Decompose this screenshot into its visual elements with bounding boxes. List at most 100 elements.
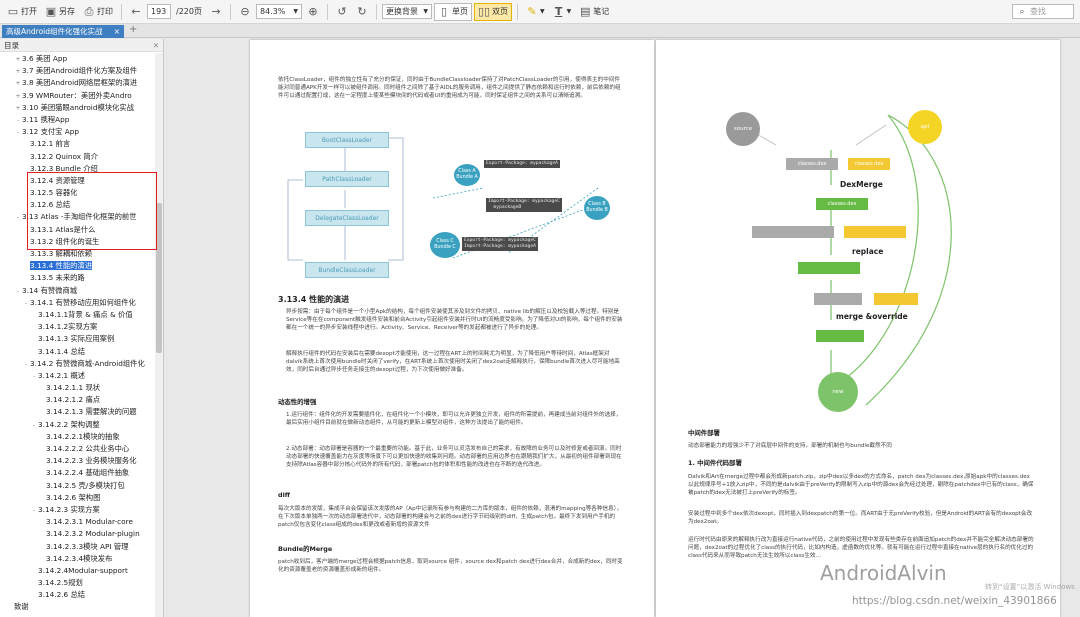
toc-item[interactable]: +3.8 美团Android网络层框架的演进 (0, 77, 154, 89)
expand-toggle-icon[interactable]: - (30, 420, 38, 431)
rotate-left-button[interactable]: ↺ (333, 3, 351, 21)
toc-item-label: 3.14.2.1 概述 (38, 370, 86, 380)
toc-title: 目录 (4, 40, 19, 50)
highlighter-icon: ✎ (527, 4, 537, 18)
toc-sidebar: 目录 ✕ +3.6 美团 App +3.7 美团Android组件化方案及组件 +3… (0, 39, 164, 617)
toc-item[interactable]: 3.14.2.4Modular-support (0, 565, 154, 577)
search-input[interactable]: ⌕ 查找 (1012, 4, 1074, 19)
zoom-select[interactable]: 84.3% ▼ (255, 4, 302, 19)
notes-button[interactable]: ▤ 笔记 (576, 3, 612, 21)
toc-item[interactable]: 3.14.2.2.1模块的抽象 (0, 431, 154, 443)
toc-item[interactable]: 3.13.4 性能的演进 (0, 260, 154, 272)
toc-item[interactable]: +3.10 美团猫眼android模块化实战 (0, 102, 154, 114)
expand-toggle-icon[interactable]: + (14, 91, 22, 102)
close-icon[interactable]: ✕ (153, 41, 159, 50)
toc-item[interactable]: -3.14.2.2 架构调整 (0, 419, 154, 431)
toc-scrollbar[interactable] (155, 53, 163, 617)
highlight-annotation-box (27, 172, 157, 250)
expand-toggle-icon[interactable]: - (14, 127, 22, 138)
text-color-button[interactable]: T ▼ (550, 3, 575, 21)
chevron-down-icon: ▼ (293, 8, 298, 15)
expand-toggle-icon[interactable]: - (22, 298, 30, 309)
toc-item[interactable]: -3.14.2.3 实现方案 (0, 504, 154, 516)
toc-item[interactable]: 3.14.2.6 架构图 (0, 492, 154, 504)
toc-item[interactable]: 致谢 (0, 601, 154, 613)
save-as-button[interactable]: ▣ 另存 (42, 3, 78, 21)
toc-item[interactable]: 3.14.2.1.1 现状 (0, 382, 154, 394)
toc-item[interactable]: +3.7 美团Android组件化方案及组件 (0, 65, 154, 77)
toc-item[interactable]: +3.9 WMRouter：美团外卖Andro (0, 90, 154, 102)
toc-item[interactable]: 3.14.2.6 总结 (0, 589, 154, 601)
apt-node: apt (908, 110, 942, 144)
toc-item[interactable]: 3.14.2.1.2 痛点 (0, 394, 154, 406)
toc-item[interactable]: 3.14.2.2.4 基础组件抽象 (0, 467, 154, 479)
page-number-input[interactable]: 193 (147, 4, 171, 19)
toc-item-label: 3.14.2.2.2 公共业务中心 (46, 444, 130, 453)
expand-toggle-icon[interactable]: + (14, 54, 22, 65)
toc-item[interactable]: 3.14.2.2.3 业务模块服务化 (0, 455, 154, 467)
chevron-down-icon: ▼ (539, 8, 545, 15)
toc-item[interactable]: -3.12 支付宝 App (0, 126, 154, 138)
toc-item[interactable]: -3.14 有赞微商城 (0, 285, 154, 297)
arrow-left-icon: ← (131, 4, 141, 18)
expand-toggle-icon[interactable]: - (14, 115, 22, 126)
toc-item-label: 3.14.2.4Modular-support (38, 565, 128, 575)
toc-item-label: 3.14.1.4 总结 (38, 346, 86, 356)
double-page-button[interactable]: ▯▯ 双页 (473, 2, 512, 21)
toc-item[interactable]: 3.13.5 未来的路 (0, 272, 154, 284)
toc-item[interactable]: 3.12.2 Quinox 简介 (0, 151, 154, 163)
rotate-right-button[interactable]: ↻ (353, 3, 371, 21)
expand-toggle-icon[interactable]: - (14, 212, 22, 223)
toc-item[interactable]: 3.14.1.3 实际应用案例 (0, 333, 154, 345)
expand-toggle-icon[interactable]: - (14, 286, 22, 297)
toc-item[interactable]: 3.14.1.1背景 & 痛点 & 价值 (0, 309, 154, 321)
background-select[interactable]: 更换背景 ▼ (381, 4, 432, 19)
double-page-icon: ▯▯ (477, 4, 491, 18)
toc-item[interactable]: -3.14.2 有赞微商城-Android组件化 (0, 358, 154, 370)
expand-toggle-icon[interactable]: + (14, 66, 22, 77)
add-tab-button[interactable]: + (129, 24, 137, 35)
toc-item-label: 致谢 (14, 602, 29, 612)
dexmerge-label: DexMerge (840, 180, 883, 189)
expand-toggle-icon[interactable]: - (22, 359, 30, 370)
next-page-button[interactable]: → (207, 3, 225, 21)
toc-item-label: 3.14.2.3 实现方案 (38, 504, 100, 514)
prev-page-button[interactable]: ← (127, 3, 145, 21)
toc-item[interactable]: -3.14.2.1 概述 (0, 370, 154, 382)
toc-item-label: 3.14.2.3.1 Modular-core (46, 517, 133, 527)
toc-item[interactable]: 3.14.2.5 壳/多模块打包 (0, 480, 154, 492)
toc-item[interactable]: 3.14.2.5规划 (0, 577, 154, 589)
toc-item[interactable]: 3.14.2.3.1 Modular-core (0, 516, 154, 528)
expand-toggle-icon[interactable]: + (14, 103, 22, 114)
zoom-in-button[interactable]: ⊕ (304, 3, 322, 21)
pathclassloader-box: PathClassLoader (305, 171, 389, 187)
expand-toggle-icon[interactable]: - (30, 505, 38, 516)
toc-item[interactable]: -3.11 携程App (0, 114, 154, 126)
toc-item[interactable]: +3.6 美团 App (0, 53, 154, 65)
expand-toggle-icon[interactable]: - (30, 371, 38, 382)
toc-item[interactable]: 3.14.2.3.2 Modular-plugin (0, 528, 154, 540)
highlight-button[interactable]: ✎ ▼ (523, 3, 548, 21)
gray-bar (814, 293, 862, 305)
toc-list: +3.6 美团 App +3.7 美团Android组件化方案及组件 +3.8 美团… (0, 53, 154, 617)
open-button[interactable]: ▭ 打开 (4, 3, 40, 21)
toc-item[interactable]: 3.14.2.3.4模块发布 (0, 553, 154, 565)
toc-item-label: 3.14 有赞微商城 (22, 285, 78, 295)
toc-item[interactable]: -3.14.1 有赞移动应用如何组件化 (0, 297, 154, 309)
paragraph: 1.运行组件：组件化的开发需要插件化，在组件化一个小模块，即可以允许更独立开发，… (286, 412, 622, 427)
rotate-right-icon: ↻ (357, 4, 367, 18)
close-icon[interactable]: × (114, 27, 120, 36)
package-label: Export-Package: mypackageC Import-Packag… (462, 237, 538, 251)
save-icon: ▣ (45, 4, 57, 18)
toc-item[interactable]: 3.14.2.1.3 需要解决的问题 (0, 406, 154, 418)
toc-item[interactable]: 3.14.1.2实现方案 (0, 321, 154, 333)
print-button[interactable]: ⎙ 打印 (80, 3, 116, 21)
toc-item[interactable]: 3.12.1 前言 (0, 138, 154, 150)
toc-item[interactable]: 3.14.2.2.2 公共业务中心 (0, 443, 154, 455)
expand-toggle-icon[interactable]: + (14, 78, 22, 89)
single-page-button[interactable]: ▯ 单页 (433, 2, 472, 21)
zoom-out-button[interactable]: ⊖ (236, 3, 254, 21)
document-tab[interactable]: 高级Android组件化强化实战 × (2, 25, 124, 38)
toc-item[interactable]: 3.14.1.4 总结 (0, 346, 154, 358)
toc-item[interactable]: 3.14.2.3.3模块 API 管理 (0, 541, 154, 553)
